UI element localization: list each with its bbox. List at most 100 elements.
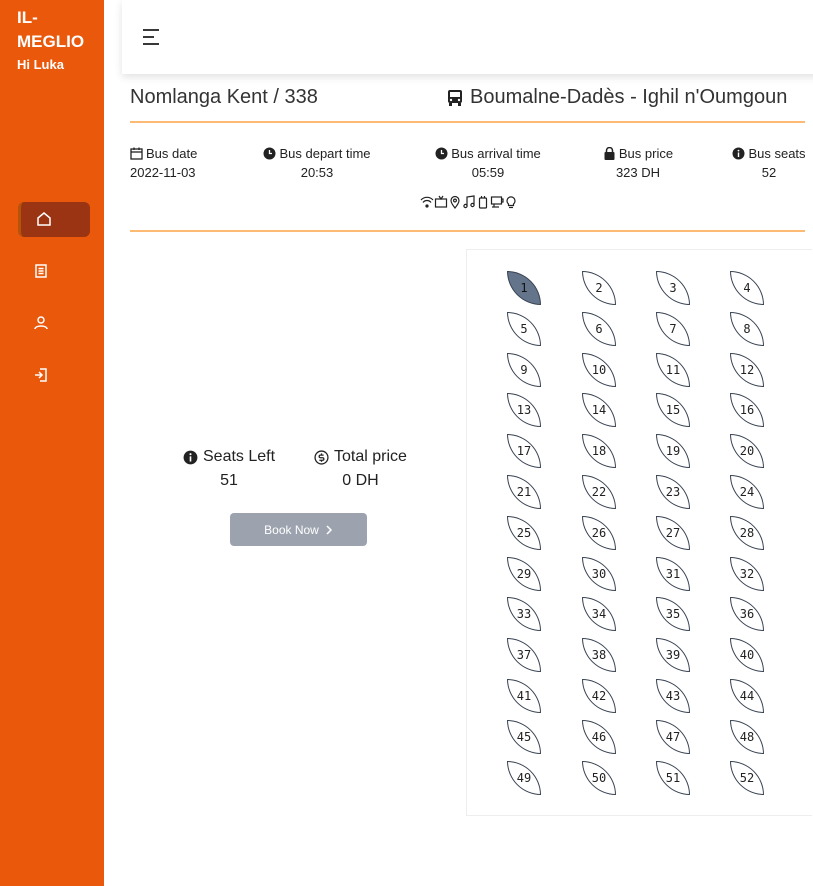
divider-top — [130, 121, 805, 123]
seat-34[interactable]: 34 — [582, 597, 616, 632]
sidebar-item-profile[interactable] — [18, 306, 87, 341]
bus-seats-value: 52 — [761, 165, 777, 180]
info-depart-time: Bus depart time 20:53 — [258, 146, 376, 180]
seat-2[interactable]: 2 — [582, 271, 616, 305]
seats-left-value: 51 — [220, 472, 238, 489]
seat-51[interactable]: 51 — [656, 760, 690, 795]
seat-7[interactable]: 7 — [656, 311, 690, 346]
seat-24[interactable]: 24 — [730, 475, 764, 509]
seat-15[interactable]: 15 — [656, 393, 690, 428]
seat-44[interactable]: 44 — [730, 679, 764, 713]
lightbulb-icon — [506, 196, 516, 209]
seat-49[interactable]: 49 — [507, 760, 541, 795]
seat-6[interactable]: 6 — [582, 311, 616, 346]
seat-35[interactable]: 35 — [656, 597, 690, 632]
route-title: Boumalne-Dadès - Ighil n'Oumgoun — [446, 86, 787, 109]
seat-33[interactable]: 33 — [507, 597, 541, 632]
seat-21[interactable]: 21 — [507, 475, 541, 509]
book-now-button[interactable]: Book Now — [230, 513, 367, 546]
seat-5[interactable]: 5 — [507, 311, 541, 346]
seat-42[interactable]: 42 — [582, 679, 616, 713]
seat-25[interactable]: 25 — [507, 515, 541, 550]
seat-8[interactable]: 8 — [730, 311, 764, 346]
chevron-right-icon — [326, 524, 332, 535]
seat-11[interactable]: 11 — [656, 352, 690, 387]
seat-12[interactable]: 12 — [730, 352, 764, 387]
seat-40[interactable]: 40 — [730, 638, 764, 673]
seat-32[interactable]: 32 — [730, 556, 764, 591]
seat-map: 1 2 3 4 5 6 7 8 9 10 11 12 13 14 15 16 17 18 19 20 21 22 23 24 2… — [466, 249, 812, 816]
total-price-summary: Total price 0 DH — [314, 448, 407, 490]
sidebar: IL-MEGLIO Hi Luka — [0, 0, 104, 886]
seat-45[interactable]: 45 — [507, 719, 541, 754]
hamburger-menu-icon[interactable] — [142, 28, 164, 48]
sidebar-item-home[interactable] — [18, 202, 90, 237]
sidebar-item-bookings[interactable] — [18, 254, 87, 289]
divider-bottom — [130, 230, 805, 232]
seat-29[interactable]: 29 — [507, 556, 541, 591]
amenities-row — [420, 195, 518, 209]
seat-28[interactable]: 28 — [730, 515, 764, 550]
route-text: Boumalne-Dadès - Ighil n'Oumgoun — [470, 86, 788, 108]
coffee-icon — [490, 196, 504, 208]
location-pin-icon — [450, 195, 460, 209]
bus-price-value: 323 DH — [615, 165, 661, 180]
seat-14[interactable]: 14 — [582, 393, 616, 428]
clock-icon — [263, 147, 276, 160]
wifi-icon — [420, 196, 434, 208]
seat-30[interactable]: 30 — [582, 556, 616, 591]
seat-36[interactable]: 36 — [730, 597, 764, 632]
seat-1[interactable]: 1 — [507, 271, 541, 305]
lock-icon — [604, 147, 615, 160]
info-arrival-time: Bus arrival time 05:59 — [430, 146, 546, 180]
seat-39[interactable]: 39 — [656, 638, 690, 673]
home-icon — [37, 212, 51, 226]
seat-9[interactable]: 9 — [507, 352, 541, 387]
seat-46[interactable]: 46 — [582, 719, 616, 754]
seat-23[interactable]: 23 — [656, 475, 690, 509]
brand-logo: IL-MEGLIO — [17, 8, 85, 51]
seat-27[interactable]: 27 — [656, 515, 690, 550]
seat-37[interactable]: 37 — [507, 638, 541, 673]
calendar-icon — [130, 147, 143, 160]
user-icon — [34, 316, 48, 330]
bus-icon — [448, 89, 462, 106]
plug-icon — [478, 196, 488, 209]
seat-38[interactable]: 38 — [582, 638, 616, 673]
seat-47[interactable]: 47 — [656, 719, 690, 754]
seat-43[interactable]: 43 — [656, 679, 690, 713]
seat-13[interactable]: 13 — [507, 393, 541, 428]
seat-31[interactable]: 31 — [656, 556, 690, 591]
bus-date-value: 2022-11-03 — [130, 165, 196, 180]
seat-22[interactable]: 22 — [582, 475, 616, 509]
top-bar — [122, 0, 813, 74]
seat-20[interactable]: 20 — [730, 434, 764, 469]
info-icon — [183, 450, 198, 464]
seat-10[interactable]: 10 — [582, 352, 616, 387]
arrival-time-value: 05:59 — [471, 165, 505, 180]
seat-17[interactable]: 17 — [507, 434, 541, 469]
depart-time-value: 20:53 — [300, 165, 334, 180]
seat-50[interactable]: 50 — [582, 760, 616, 795]
info-bus-date: Bus date 2022-11-03 — [130, 146, 198, 180]
seat-19[interactable]: 19 — [656, 434, 690, 469]
seat-48[interactable]: 48 — [730, 719, 764, 754]
agency-title: Nomlanga Kent / 338 — [130, 86, 318, 108]
seat-4[interactable]: 4 — [730, 271, 764, 305]
info-bus-seats: Bus seats 52 — [731, 146, 807, 180]
document-icon — [35, 264, 47, 278]
dollar-circle-icon — [314, 449, 329, 465]
seat-18[interactable]: 18 — [582, 434, 616, 469]
seat-52[interactable]: 52 — [730, 760, 764, 795]
seat-41[interactable]: 41 — [507, 679, 541, 713]
sidebar-item-logout[interactable] — [18, 358, 87, 393]
seat-26[interactable]: 26 — [582, 515, 616, 550]
clock-icon — [435, 147, 448, 160]
user-greeting: Hi Luka — [17, 57, 64, 72]
info-bus-price: Bus price 323 DH — [600, 146, 676, 180]
seat-16[interactable]: 16 — [730, 393, 764, 428]
total-price-value: 0 DH — [342, 472, 379, 489]
seats-left-summary: Seats Left 51 — [183, 448, 275, 490]
music-icon — [463, 195, 475, 209]
seat-3[interactable]: 3 — [656, 271, 690, 305]
